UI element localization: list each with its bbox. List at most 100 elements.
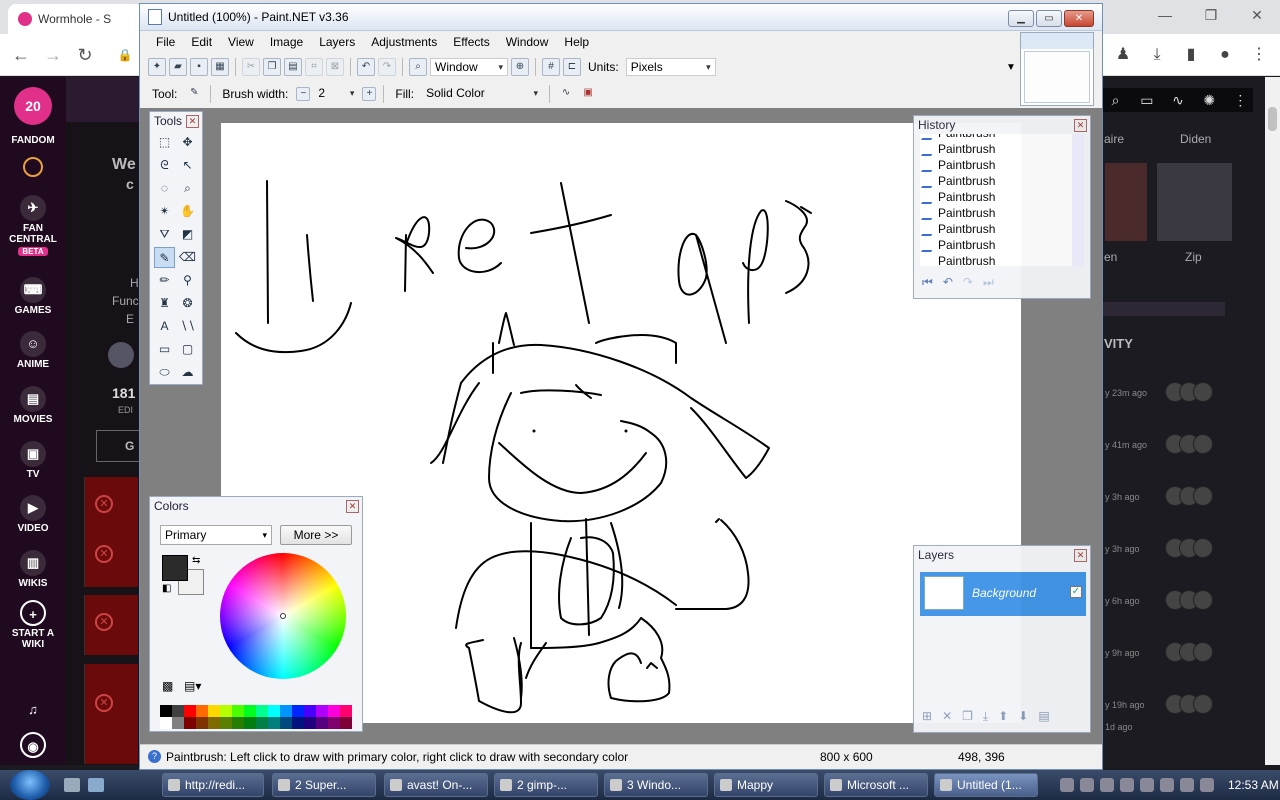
palette-swatch[interactable] (328, 717, 340, 729)
redo-icon[interactable]: ↷ (963, 275, 973, 290)
layer-row[interactable]: Background ✓ (920, 572, 1086, 616)
sidebar-icon[interactable]: ▮ (1180, 42, 1202, 68)
text-tool-icon[interactable]: A (154, 316, 175, 337)
rounded-rectangle-tool-icon[interactable]: ▢ (177, 339, 198, 360)
zoom-select[interactable]: Window (430, 58, 508, 76)
palette-swatch[interactable] (256, 717, 268, 729)
taskbar-item-active[interactable]: Untitled (1... (934, 773, 1038, 797)
nav-notifications[interactable]: ♫ (0, 697, 66, 725)
tray-icon[interactable] (1060, 778, 1074, 792)
image-tab-thumbnail[interactable] (1020, 32, 1094, 106)
menu-layers[interactable]: Layers (311, 31, 363, 53)
palette-swatch[interactable] (304, 717, 316, 729)
history-item[interactable]: Paintbrush (920, 190, 1076, 206)
history-scrollbar[interactable] (1072, 134, 1084, 266)
zoom-tool-icon[interactable]: ⌕ (177, 178, 198, 199)
history-item[interactable]: Paintbrush (920, 158, 1076, 174)
reader-icon[interactable]: ▭ (1134, 88, 1159, 112)
palette-swatch[interactable] (340, 705, 352, 717)
palette-swatch[interactable] (304, 705, 316, 717)
start-button[interactable] (10, 770, 50, 800)
activity-row[interactable]: y 23m ago (1105, 382, 1255, 422)
rewind-icon[interactable]: ⏮ (922, 275, 933, 290)
close-icon[interactable]: ✕ (346, 500, 359, 513)
history-item[interactable]: Paintbrush (920, 238, 1076, 254)
download-icon[interactable]: ⤓ (1146, 42, 1168, 68)
palette-swatch[interactable] (160, 705, 172, 717)
remove-icon[interactable]: ✕ (95, 495, 113, 513)
save-icon[interactable]: ▪ (190, 58, 208, 76)
activity-row[interactable]: 1d ago (1105, 716, 1255, 756)
nav-movies[interactable]: ▤ MOVIES (0, 386, 66, 425)
palette-swatch[interactable] (160, 717, 172, 729)
layer-properties-icon[interactable]: ▤ (1038, 709, 1049, 724)
paintbrush-tool-icon[interactable]: ✎ (154, 247, 175, 268)
blend-mode-icon[interactable]: ▣ (579, 85, 597, 103)
merge-layer-icon[interactable]: ⤓ (983, 709, 988, 724)
close-icon[interactable]: ✕ (186, 115, 199, 128)
rulers-icon[interactable]: ⊏ (563, 58, 581, 76)
history-item[interactable]: Paintbrush (920, 142, 1076, 158)
palette-swatch[interactable] (292, 705, 304, 717)
palette-swatch[interactable] (208, 717, 220, 729)
color-wheel-selector[interactable] (280, 613, 286, 619)
reload-icon[interactable]: ↻ (72, 42, 98, 68)
browser-tab[interactable]: Wormhole - S (8, 4, 143, 34)
quicklaunch-icon[interactable] (88, 778, 104, 792)
palette-swatch[interactable] (172, 717, 184, 729)
palette-swatch[interactable] (328, 705, 340, 717)
palette-swatch[interactable] (268, 705, 280, 717)
menu-effects[interactable]: Effects (445, 31, 497, 53)
layer-visibility-checkbox[interactable]: ✓ (1070, 586, 1082, 598)
palette-swatch[interactable] (268, 717, 280, 729)
nav-anime[interactable]: ☺ ANIME (0, 331, 66, 370)
palette-swatch[interactable] (280, 705, 292, 717)
wiki-card[interactable]: ✕ (84, 664, 138, 764)
rectangle-tool-icon[interactable]: ▭ (154, 339, 175, 360)
taskbar-item[interactable]: Microsoft ... (824, 773, 928, 797)
activity-icon[interactable]: ∿ (1165, 88, 1190, 112)
fast-forward-icon[interactable]: ⏭ (983, 275, 994, 290)
tray-icon[interactable] (1140, 778, 1154, 792)
character-thumb[interactable] (1157, 163, 1232, 241)
close-icon[interactable]: ✕ (1074, 119, 1087, 132)
color-picker-tool-icon[interactable]: ⚲ (177, 270, 198, 291)
paintbrush-tool-icon[interactable]: ✎ (185, 85, 203, 103)
paint-bucket-tool-icon[interactable]: ⛛ (154, 224, 175, 245)
ellipse-select-tool-icon[interactable]: ◌ (154, 178, 175, 199)
search-icon[interactable]: ⌕ (1103, 88, 1128, 112)
line-curve-tool-icon[interactable]: ∖∖ (177, 316, 198, 337)
close-button[interactable]: ✕ (1064, 10, 1094, 27)
remove-icon[interactable]: ✕ (95, 694, 113, 712)
nav-video[interactable]: ▶ VIDEO (0, 495, 66, 534)
clone-stamp-tool-icon[interactable]: ♜ (154, 293, 175, 314)
tray-icon[interactable] (1160, 778, 1174, 792)
menu-edit[interactable]: Edit (183, 31, 220, 53)
network-icon[interactable] (1200, 778, 1214, 792)
zoom-out-icon[interactable]: ⌕ (409, 58, 427, 76)
move-down-icon[interactable]: ⬇ (1018, 709, 1028, 724)
fill-select[interactable]: Solid Color (422, 85, 542, 103)
swap-colors-icon[interactable]: ⇆ (192, 555, 200, 566)
activity-row[interactable]: y 6h ago (1105, 590, 1255, 630)
pencil-tool-icon[interactable]: ✏ (154, 270, 175, 291)
nav-start-wiki[interactable]: + START A WIKI (0, 600, 66, 650)
color-mode-select[interactable]: Primary (160, 525, 272, 545)
ellipse-tool-icon[interactable]: ⬭ (154, 362, 175, 383)
brush-width-select[interactable]: 2 (314, 85, 358, 103)
rectangle-select-tool-icon[interactable]: ⬚ (154, 132, 175, 153)
undo-icon[interactable]: ↶ (357, 58, 375, 76)
minimize-button[interactable]: ▁ (1008, 10, 1034, 27)
more-colors-button[interactable]: More >> (280, 525, 352, 545)
menu-view[interactable]: View (220, 31, 262, 53)
zoom-in-icon[interactable]: ⊕ (511, 58, 529, 76)
cut-icon[interactable]: ✂ (242, 58, 260, 76)
nav-fan-central[interactable]: ✈ FAN CENTRAL BETA (0, 195, 66, 257)
extension-icon[interactable]: ♟ (1112, 42, 1134, 68)
show-desktop-icon[interactable] (64, 778, 80, 792)
open-folder-icon[interactable]: ▰ (169, 58, 187, 76)
palette-swatch[interactable] (256, 705, 268, 717)
taskbar-item[interactable]: http://redi... (162, 773, 264, 797)
taskbar-item[interactable]: Mappy (714, 773, 818, 797)
system-clock[interactable]: 12:53 AM (1228, 778, 1279, 792)
